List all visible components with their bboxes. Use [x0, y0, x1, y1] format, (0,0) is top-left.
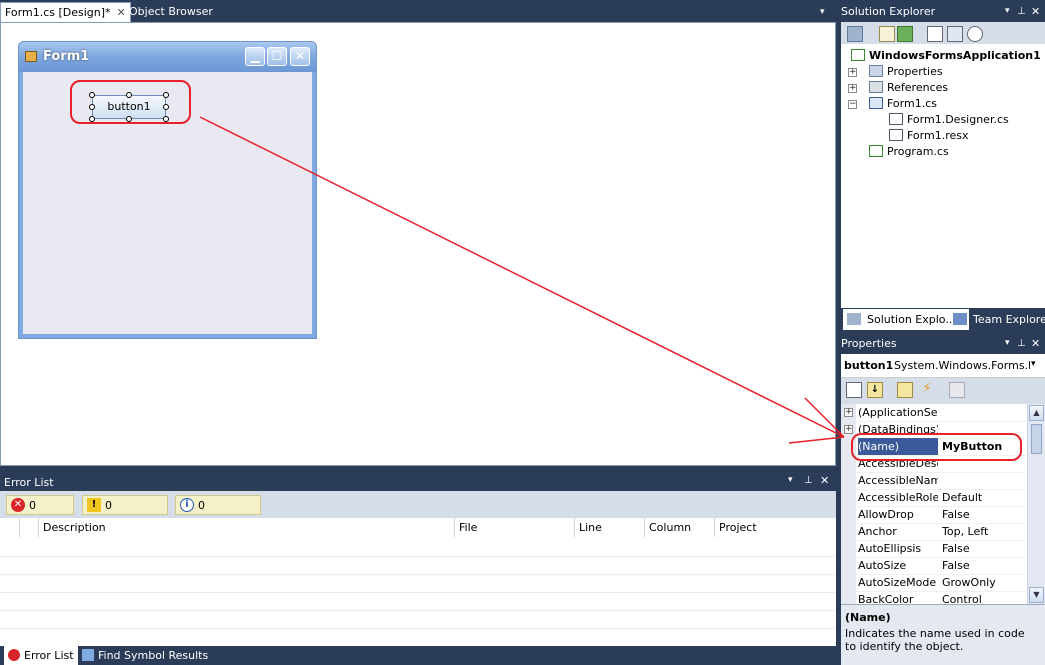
annotation-arrow — [199, 116, 845, 444]
